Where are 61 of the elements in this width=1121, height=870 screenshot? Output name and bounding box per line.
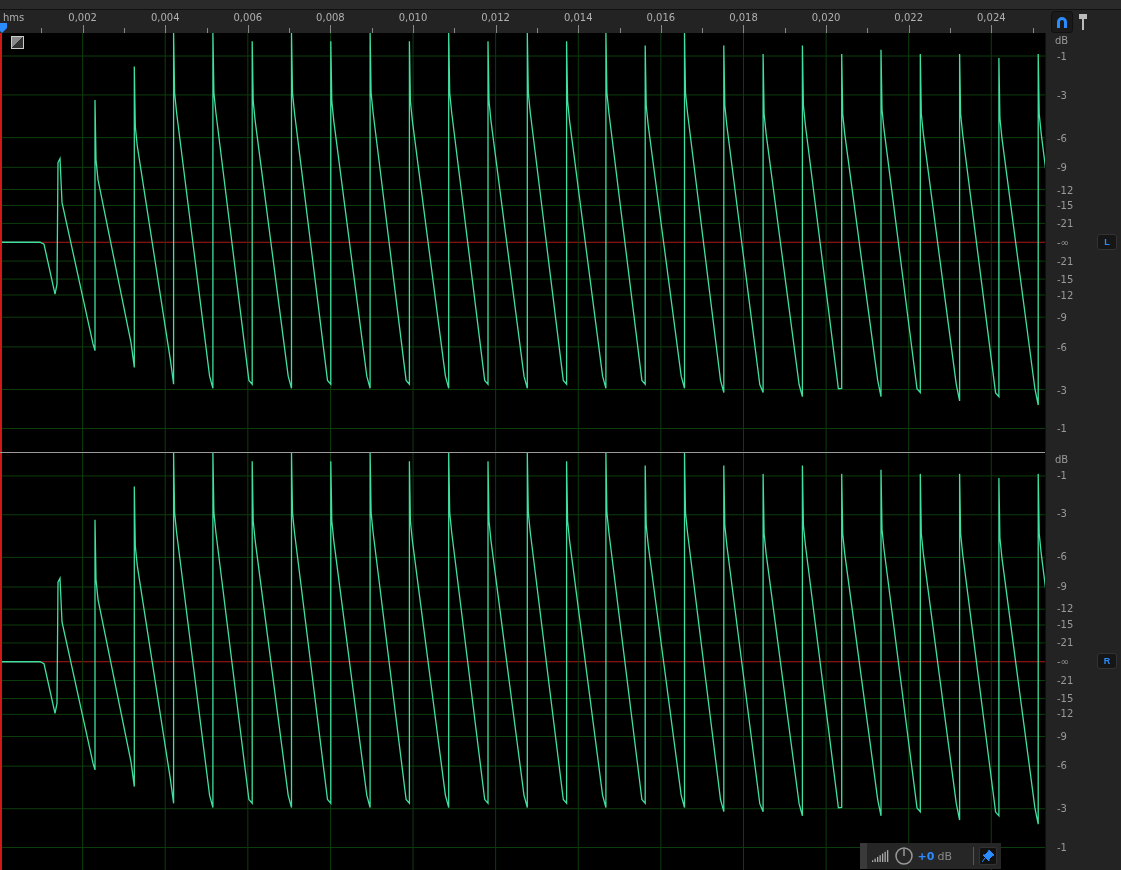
pin-icon xyxy=(982,850,994,862)
scale-tick-label: -15 xyxy=(1056,618,1074,630)
scale-tick-label: -9 xyxy=(1056,161,1067,173)
scale-tick-label: -15 xyxy=(1056,273,1074,285)
pin-button[interactable] xyxy=(979,847,997,865)
scale-unit-label: dB xyxy=(1055,35,1069,46)
scale-tick-label: -1 xyxy=(1056,841,1067,853)
marker-pin-icon[interactable] xyxy=(1079,13,1087,30)
time-tick-label: 0,002 xyxy=(68,12,97,23)
scale-tick-label: -12 xyxy=(1056,289,1074,301)
time-tick-label: 0,014 xyxy=(563,12,593,23)
scale-tick-label: -3 xyxy=(1056,384,1067,396)
scale-tick-label: -6 xyxy=(1056,341,1067,353)
grip-handle[interactable] xyxy=(859,843,867,869)
time-tick-label: 0,022 xyxy=(894,12,923,23)
time-tick-label: 0,004 xyxy=(150,12,180,23)
time-tick-label: 0,012 xyxy=(481,12,510,23)
scale-tick-label: -1 xyxy=(1056,422,1067,434)
time-tick-label: 0,006 xyxy=(233,12,263,23)
scale-tick-label: -6 xyxy=(1056,550,1067,562)
scale-tick-label: -∞ xyxy=(1056,655,1069,667)
scale-tick-label: -9 xyxy=(1056,311,1067,323)
level-bars-icon xyxy=(871,850,890,862)
scale-tick-label: -21 xyxy=(1056,217,1074,229)
scale-unit-label: dB xyxy=(1055,453,1069,465)
scale-tick-label: -9 xyxy=(1056,580,1067,592)
scale-tick-label: -12 xyxy=(1056,707,1074,719)
time-tick-label: 0,010 xyxy=(398,12,428,23)
gain-unit: dB xyxy=(937,849,952,863)
scale-tick-label: -21 xyxy=(1056,636,1074,648)
time-tick-label: 0,018 xyxy=(729,12,758,23)
magnet-icon xyxy=(1055,14,1069,29)
knob-icon[interactable] xyxy=(894,847,913,865)
scale-tick-label: -15 xyxy=(1056,199,1074,211)
scale-tick-label: -21 xyxy=(1056,674,1074,686)
scale-tick-label: -9 xyxy=(1056,730,1067,742)
waveform-panel[interactable]: +0 dB xyxy=(0,451,1045,870)
scale-tick-label: -6 xyxy=(1056,759,1067,771)
channel-button[interactable]: R xyxy=(1097,652,1117,669)
time-tick-label: 0,008 xyxy=(316,12,345,23)
scale-tick-label: -∞ xyxy=(1056,236,1069,248)
playhead-icon[interactable] xyxy=(0,23,7,33)
scale-tick-label: -21 xyxy=(1056,255,1074,267)
time-tick-label: 0,024 xyxy=(977,12,1006,23)
scale-tick-label: -3 xyxy=(1056,802,1067,814)
time-tick-label: 0,016 xyxy=(646,12,676,23)
channel-button[interactable]: L xyxy=(1097,234,1117,251)
scale-tick-label: -12 xyxy=(1056,184,1074,195)
gain-hud[interactable]: +0 dB xyxy=(859,843,1001,869)
scale-tick-label: -1 xyxy=(1056,50,1067,62)
time-unit-label: hms xyxy=(3,12,25,23)
scale-tick-label: -6 xyxy=(1056,132,1067,144)
scale-tick-label: -3 xyxy=(1056,507,1067,519)
snap-button[interactable] xyxy=(1051,10,1073,33)
time-tick-label: 0,020 xyxy=(811,12,841,23)
scale-tick-label: -12 xyxy=(1056,602,1074,614)
channel-toggle-icon[interactable] xyxy=(11,36,24,49)
scale-tick-label: -3 xyxy=(1056,89,1067,101)
gain-value[interactable]: +0 xyxy=(917,849,935,863)
scale-tick-label: -1 xyxy=(1056,469,1067,480)
scale-tick-label: -15 xyxy=(1056,692,1074,704)
